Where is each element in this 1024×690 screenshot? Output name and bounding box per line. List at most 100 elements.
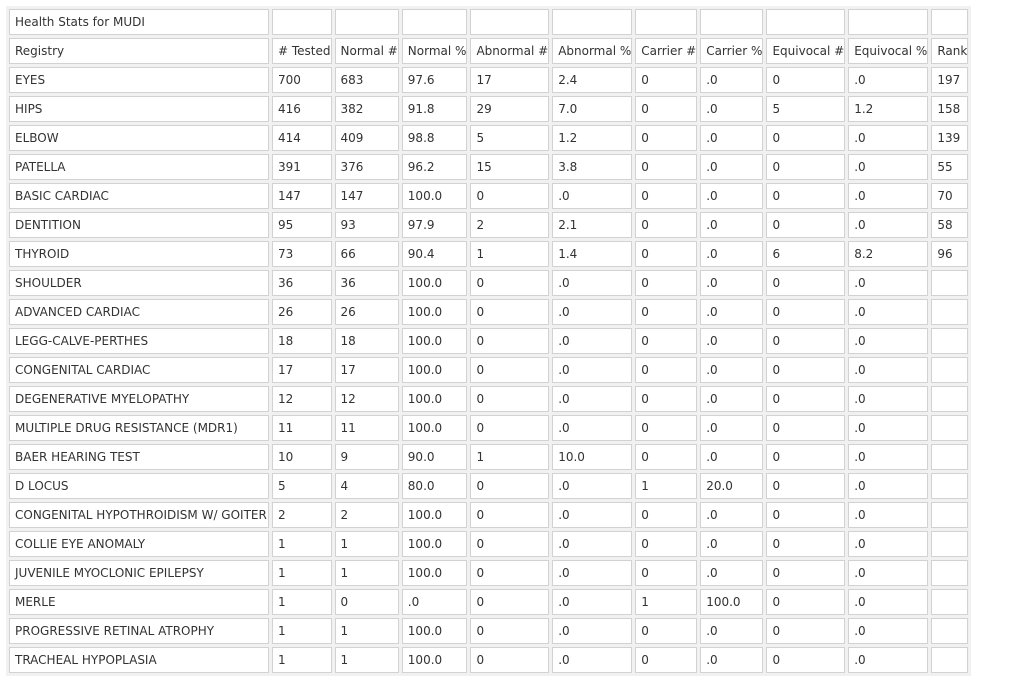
registry-cell: BAER HEARING TEST bbox=[9, 444, 269, 470]
normal-count-cell: 11 bbox=[334, 415, 399, 441]
carrier-count-cell: 0 bbox=[635, 560, 698, 586]
equivocal-percent-cell: .0 bbox=[848, 67, 929, 93]
registry-cell: DEGENERATIVE MYELOPATHY bbox=[9, 386, 269, 412]
normal-percent-cell: 100.0 bbox=[401, 270, 468, 296]
abnormal-count-cell: 0 bbox=[470, 270, 550, 296]
carrier-count-cell: 0 bbox=[635, 299, 698, 325]
carrier-count-cell: 0 bbox=[635, 502, 698, 528]
header-abnormal-count: Abnormal # bbox=[470, 38, 550, 64]
registry-cell: CONGENITAL HYPOTHROIDISM W/ GOITER bbox=[9, 502, 269, 528]
registry-cell: LEGG-CALVE-PERTHES bbox=[9, 328, 269, 354]
table-header-row: Registry # Tested Normal # Normal % Abno… bbox=[9, 38, 969, 64]
rank-cell: 139 bbox=[931, 125, 969, 151]
tested-count-cell: 18 bbox=[272, 328, 332, 354]
carrier-count-cell: 0 bbox=[635, 212, 698, 238]
registry-cell: BASIC CARDIAC bbox=[9, 183, 269, 209]
carrier-count-cell: 0 bbox=[635, 154, 698, 180]
carrier-percent-cell: .0 bbox=[700, 212, 764, 238]
carrier-percent-cell: .0 bbox=[700, 502, 764, 528]
normal-count-cell: 0 bbox=[334, 589, 399, 615]
normal-percent-cell: 100.0 bbox=[401, 531, 468, 557]
table-row: COLLIE EYE ANOMALY 1 1 100.0 0.0 0.0 0.0 bbox=[9, 531, 969, 557]
normal-percent-cell: 96.2 bbox=[401, 154, 468, 180]
rank-cell: 158 bbox=[931, 96, 969, 122]
equivocal-count-cell: 0 bbox=[766, 560, 846, 586]
header-rank: Rank bbox=[931, 38, 969, 64]
rank-cell: 70 bbox=[931, 183, 969, 209]
normal-percent-cell: 100.0 bbox=[401, 357, 468, 383]
carrier-percent-cell: .0 bbox=[700, 415, 764, 441]
rank-cell bbox=[931, 415, 969, 441]
table-row: ADVANCED CARDIAC 26 26 100.0 0.0 0.0 0.0 bbox=[9, 299, 969, 325]
rank-cell: 58 bbox=[931, 212, 969, 238]
carrier-count-cell: 1 bbox=[635, 589, 698, 615]
rank-cell bbox=[931, 473, 969, 499]
tested-count-cell: 416 bbox=[272, 96, 332, 122]
rank-cell: 55 bbox=[931, 154, 969, 180]
equivocal-count-cell: 0 bbox=[766, 531, 846, 557]
abnormal-percent-cell: .0 bbox=[552, 183, 633, 209]
header-carrier-count: Carrier # bbox=[635, 38, 698, 64]
title-empty-cell bbox=[635, 9, 698, 35]
normal-count-cell: 382 bbox=[334, 96, 399, 122]
abnormal-count-cell: 0 bbox=[470, 473, 550, 499]
normal-count-cell: 147 bbox=[334, 183, 399, 209]
abnormal-count-cell: 15 bbox=[470, 154, 550, 180]
abnormal-count-cell: 0 bbox=[470, 357, 550, 383]
normal-count-cell: 36 bbox=[334, 270, 399, 296]
normal-percent-cell: 98.8 bbox=[401, 125, 468, 151]
equivocal-count-cell: 0 bbox=[766, 328, 846, 354]
carrier-percent-cell: .0 bbox=[700, 386, 764, 412]
normal-percent-cell: 80.0 bbox=[401, 473, 468, 499]
table-row: THYROID 73 66 90.4 1 1.4 0.0 6 8.2 96 bbox=[9, 241, 969, 267]
rank-cell bbox=[931, 299, 969, 325]
header-equivocal-percent: Equivocal % bbox=[848, 38, 929, 64]
abnormal-count-cell: 5 bbox=[470, 125, 550, 151]
registry-cell: THYROID bbox=[9, 241, 269, 267]
abnormal-percent-cell: 1.4 bbox=[552, 241, 633, 267]
normal-count-cell: 1 bbox=[334, 618, 399, 644]
carrier-percent-cell: .0 bbox=[700, 647, 764, 673]
equivocal-count-cell: 0 bbox=[766, 386, 846, 412]
normal-count-cell: 9 bbox=[334, 444, 399, 470]
registry-cell: COLLIE EYE ANOMALY bbox=[9, 531, 269, 557]
header-normal-count: Normal # bbox=[334, 38, 399, 64]
abnormal-count-cell: 0 bbox=[470, 415, 550, 441]
tested-count-cell: 26 bbox=[272, 299, 332, 325]
equivocal-count-cell: 0 bbox=[766, 415, 846, 441]
carrier-count-cell: 0 bbox=[635, 125, 698, 151]
abnormal-percent-cell: .0 bbox=[552, 560, 633, 586]
abnormal-count-cell: 2 bbox=[470, 212, 550, 238]
carrier-count-cell: 0 bbox=[635, 328, 698, 354]
table-row: JUVENILE MYOCLONIC EPILEPSY 1 1 100.0 0.0 0.0… bbox=[9, 560, 969, 586]
carrier-count-cell: 1 bbox=[635, 473, 698, 499]
tested-count-cell: 36 bbox=[272, 270, 332, 296]
equivocal-percent-cell: .0 bbox=[848, 270, 929, 296]
registry-cell: DENTITION bbox=[9, 212, 269, 238]
abnormal-percent-cell: .0 bbox=[552, 473, 633, 499]
carrier-count-cell: 0 bbox=[635, 647, 698, 673]
carrier-count-cell: 0 bbox=[635, 183, 698, 209]
equivocal-percent-cell: .0 bbox=[848, 183, 929, 209]
rank-cell bbox=[931, 386, 969, 412]
carrier-percent-cell: .0 bbox=[700, 183, 764, 209]
equivocal-count-cell: 6 bbox=[766, 241, 846, 267]
equivocal-percent-cell: .0 bbox=[848, 560, 929, 586]
abnormal-percent-cell: .0 bbox=[552, 618, 633, 644]
equivocal-percent-cell: .0 bbox=[848, 589, 929, 615]
header-normal-percent: Normal % bbox=[401, 38, 468, 64]
registry-cell: ADVANCED CARDIAC bbox=[9, 299, 269, 325]
tested-count-cell: 11 bbox=[272, 415, 332, 441]
table-row: CONGENITAL HYPOTHROIDISM W/ GOITER 2 2 100.… bbox=[9, 502, 969, 528]
title-empty-cell bbox=[401, 9, 468, 35]
abnormal-percent-cell: 1.2 bbox=[552, 125, 633, 151]
carrier-percent-cell: .0 bbox=[700, 328, 764, 354]
rank-cell: 96 bbox=[931, 241, 969, 267]
carrier-percent-cell: .0 bbox=[700, 241, 764, 267]
tested-count-cell: 1 bbox=[272, 589, 332, 615]
registry-cell: PROGRESSIVE RETINAL ATROPHY bbox=[9, 618, 269, 644]
carrier-count-cell: 0 bbox=[635, 531, 698, 557]
carrier-count-cell: 0 bbox=[635, 96, 698, 122]
carrier-percent-cell: .0 bbox=[700, 618, 764, 644]
equivocal-percent-cell: .0 bbox=[848, 328, 929, 354]
